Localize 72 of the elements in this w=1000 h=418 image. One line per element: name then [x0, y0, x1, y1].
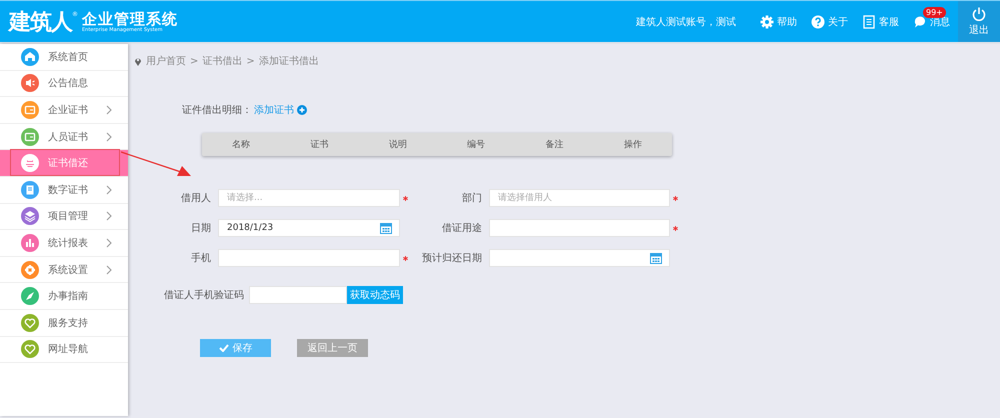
- annotation-arrow: [121, 151, 191, 177]
- date-field[interactable]: 2018/1/23: [218, 219, 400, 237]
- breadcrumb-link[interactable]: 证书借出: [202, 54, 242, 68]
- check-icon: [218, 344, 228, 352]
- input-field[interactable]: 请选择...: [218, 189, 400, 207]
- sidebar-item[interactable]: 服务支持: [0, 310, 128, 337]
- column-header: 备注: [544, 138, 564, 151]
- plus-circle-icon: [297, 105, 307, 115]
- system-title: 企业管理系统: [82, 10, 178, 26]
- sidebar-item[interactable]: 系统设置: [0, 256, 128, 284]
- input-field[interactable]: 请选择借用人: [489, 189, 670, 207]
- breadcrumb-separator: >: [190, 56, 198, 66]
- header-link[interactable]: 帮助: [777, 14, 797, 28]
- field-label: 部门: [461, 192, 483, 205]
- calendar-icon: [650, 252, 662, 264]
- calendar-icon: [380, 222, 392, 234]
- sidebar-item[interactable]: 企业证书: [0, 97, 128, 124]
- gear-icon: [760, 14, 774, 28]
- sidebar-item[interactable]: 数字证书: [0, 176, 128, 204]
- column-header: 名称: [231, 138, 252, 151]
- menu-icon: [21, 314, 39, 332]
- header-link[interactable]: 客服: [879, 14, 899, 28]
- chat-icon: [913, 14, 927, 28]
- breadcrumb-link[interactable]: 用户首页: [146, 54, 186, 68]
- sidebar-item[interactable]: 系统首页: [0, 44, 128, 71]
- column-header: 编号: [466, 138, 486, 151]
- breadcrumb-separator: >: [246, 56, 255, 66]
- logo-brand: 建筑人: [9, 8, 72, 36]
- power-icon: [972, 6, 986, 20]
- section-label: 证件借出明细：: [182, 104, 252, 117]
- document-icon: [862, 14, 876, 28]
- header-link[interactable]: 关于: [828, 14, 848, 28]
- menu-icon: [21, 100, 39, 119]
- field-label: 借用人: [180, 192, 212, 205]
- field-label: 日期: [190, 222, 212, 235]
- menu-icon: [21, 74, 39, 92]
- sidebar-item[interactable]: 项目管理: [0, 204, 128, 230]
- menu-icon: [21, 260, 39, 279]
- column-header: 说明: [388, 138, 408, 151]
- help-icon: [811, 14, 825, 28]
- sidebar-item[interactable]: 证书借还: [0, 150, 128, 177]
- menu-icon: [21, 180, 39, 199]
- sidebar-item[interactable]: 办事指南: [0, 283, 128, 310]
- field-label: 借证人手机验证码: [164, 288, 244, 302]
- save-button[interactable]: 保存: [200, 339, 271, 357]
- menu-icon: [21, 128, 39, 146]
- sidebar-item[interactable]: 网址导航: [0, 336, 128, 364]
- menu-icon: [21, 48, 39, 66]
- field-label: 手机: [190, 252, 212, 265]
- date-field[interactable]: [489, 249, 670, 267]
- code-field[interactable]: [249, 286, 347, 304]
- sidebar-item[interactable]: 统计报表: [0, 230, 128, 257]
- menu-icon: [21, 234, 39, 252]
- menu-icon: [21, 154, 39, 172]
- column-header: 证书: [309, 138, 330, 151]
- field-label: 预计归还日期: [421, 252, 483, 265]
- add-link[interactable]: 添加证书: [254, 103, 294, 117]
- location-pin-icon: [134, 56, 142, 66]
- get-code-button[interactable]: 获取动态码: [347, 286, 403, 304]
- back-button[interactable]: 返回上一页: [297, 339, 368, 357]
- breadcrumb-link[interactable]: 添加证书借出: [258, 54, 319, 68]
- count-badge: 99+: [923, 6, 946, 18]
- input-field[interactable]: [489, 219, 670, 237]
- field-label: 借证用途: [441, 222, 483, 235]
- menu-icon: [21, 340, 39, 358]
- user-name: 建筑人测试账号，测试: [636, 16, 736, 28]
- menu-icon: [21, 287, 39, 306]
- logout-button[interactable]: 退出: [958, 1, 1000, 42]
- menu-icon: [21, 207, 39, 226]
- column-header: 操作: [622, 138, 643, 151]
- input-field[interactable]: [218, 249, 400, 267]
- sidebar-item[interactable]: 公告信息: [0, 70, 128, 98]
